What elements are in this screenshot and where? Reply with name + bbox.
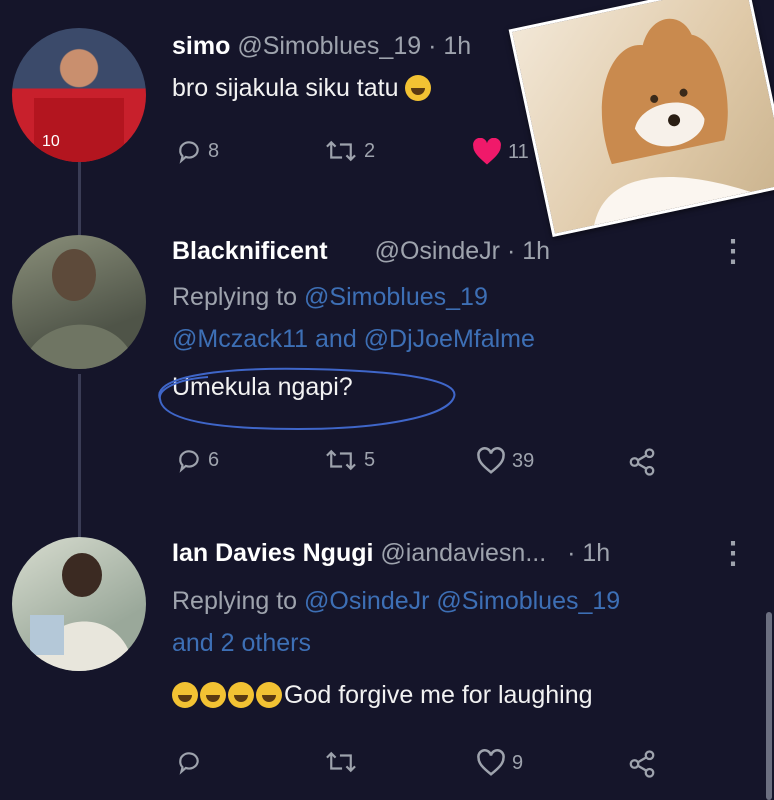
reply-icon (179, 450, 199, 473)
tweet-header: Ian Davies Ngugi @iandaviesn... · 1h (172, 539, 610, 568)
tweet-actions: 6 5 39 (172, 447, 692, 483)
share-button[interactable] (626, 447, 658, 477)
reply-icon (179, 752, 199, 775)
reply-icon (179, 141, 199, 164)
share-icon (629, 448, 655, 476)
display-name[interactable]: simo (172, 32, 230, 60)
share-button[interactable] (626, 749, 658, 779)
mention-link[interactable]: and 2 others (172, 629, 311, 657)
tweet-blacknificent[interactable]: Blacknificent @OsindeJr · 1h ⋮ Replying … (0, 225, 774, 525)
more-options-icon[interactable]: ⋮ (718, 237, 748, 267)
timestamp: · 1h (506, 237, 551, 265)
share-icon (629, 750, 655, 778)
laughing-emoji-icon (256, 682, 282, 708)
like-button[interactable]: 9 (476, 749, 523, 777)
scrollbar[interactable] (766, 612, 772, 800)
reply-button[interactable] (176, 749, 208, 775)
laughing-emoji-icon (200, 682, 226, 708)
like-count: 11 (508, 140, 529, 163)
like-count: 39 (512, 449, 535, 472)
tweet-text-body: bro sijakula siku tatu (172, 74, 399, 102)
avatar[interactable] (12, 235, 146, 369)
heart-icon (473, 138, 501, 165)
retweet-icon (326, 449, 356, 471)
svg-text:10: 10 (42, 133, 60, 150)
like-button[interactable]: 11 (472, 138, 529, 166)
replying-to-label: Replying to (172, 283, 305, 311)
retweet-button[interactable]: 2 (324, 138, 375, 164)
tweet-text-body: God forgive me for laughing (284, 681, 593, 709)
laughing-emoji-icon (172, 682, 198, 708)
tweet-text: God forgive me for laughing (172, 681, 593, 710)
reply-count: 6 (208, 448, 220, 471)
retweet-button[interactable]: 5 (324, 447, 375, 473)
heart-outline-icon (477, 749, 505, 776)
reply-count: 8 (208, 139, 220, 162)
timestamp: · 1h (428, 32, 472, 60)
retweet-icon (326, 140, 356, 162)
retweet-button[interactable] (324, 749, 364, 775)
heart-outline-icon (477, 447, 505, 474)
mention-link[interactable]: @Simoblues_19 (304, 283, 488, 311)
dog-image[interactable] (508, 0, 774, 238)
like-count: 9 (512, 751, 524, 774)
mention-link[interactable]: @OsindeJr @Simoblues_19 (304, 587, 620, 615)
retweet-count: 2 (364, 139, 376, 162)
replying-to-more: @Mczack11 and @DjJoeMfalme (172, 325, 535, 354)
reply-button[interactable]: 6 (176, 447, 219, 473)
user-handle[interactable]: @iandaviesn... (380, 539, 546, 567)
tweet-actions: 9 (172, 749, 692, 785)
timestamp: · 1h (567, 539, 611, 567)
tweet-ian-davies-ngugi[interactable]: Ian Davies Ngugi @iandaviesn... · 1h ⋮ R… (0, 525, 774, 800)
tweet-header: simo @Simoblues_19 · 1h (172, 32, 471, 61)
replying-to: Replying to @OsindeJr @Simoblues_19 (172, 587, 620, 616)
like-button[interactable]: 39 (476, 447, 534, 475)
laughing-emoji-icon (228, 682, 254, 708)
reply-button[interactable]: 8 (176, 138, 219, 164)
avatar[interactable]: 10 (12, 28, 146, 162)
display-name[interactable]: Blacknificent (172, 237, 328, 265)
grinning-emoji-icon (405, 75, 432, 101)
retweet-count: 5 (364, 448, 376, 471)
more-options-icon[interactable]: ⋮ (718, 539, 748, 569)
avatar[interactable] (12, 537, 146, 671)
user-handle[interactable]: @OsindeJr (375, 237, 500, 265)
replying-to-label: Replying to (172, 587, 305, 615)
replying-to-more: and 2 others (172, 629, 311, 658)
tweet-header: Blacknificent @OsindeJr · 1h (172, 237, 550, 266)
mention-link[interactable]: @Mczack11 and @DjJoeMfalme (172, 325, 535, 353)
user-handle[interactable]: @Simoblues_19 (237, 32, 421, 60)
tweet-simo[interactable]: 10 simo @Simoblues_19 · 1h bro sijakula … (0, 0, 774, 238)
retweet-icon (326, 751, 356, 773)
tweet-text: bro sijakula siku tatu (172, 74, 433, 103)
hand-drawn-circle-annotation (158, 367, 456, 431)
replying-to: Replying to @Simoblues_19 (172, 283, 488, 312)
display-name[interactable]: Ian Davies Ngugi (172, 539, 373, 567)
